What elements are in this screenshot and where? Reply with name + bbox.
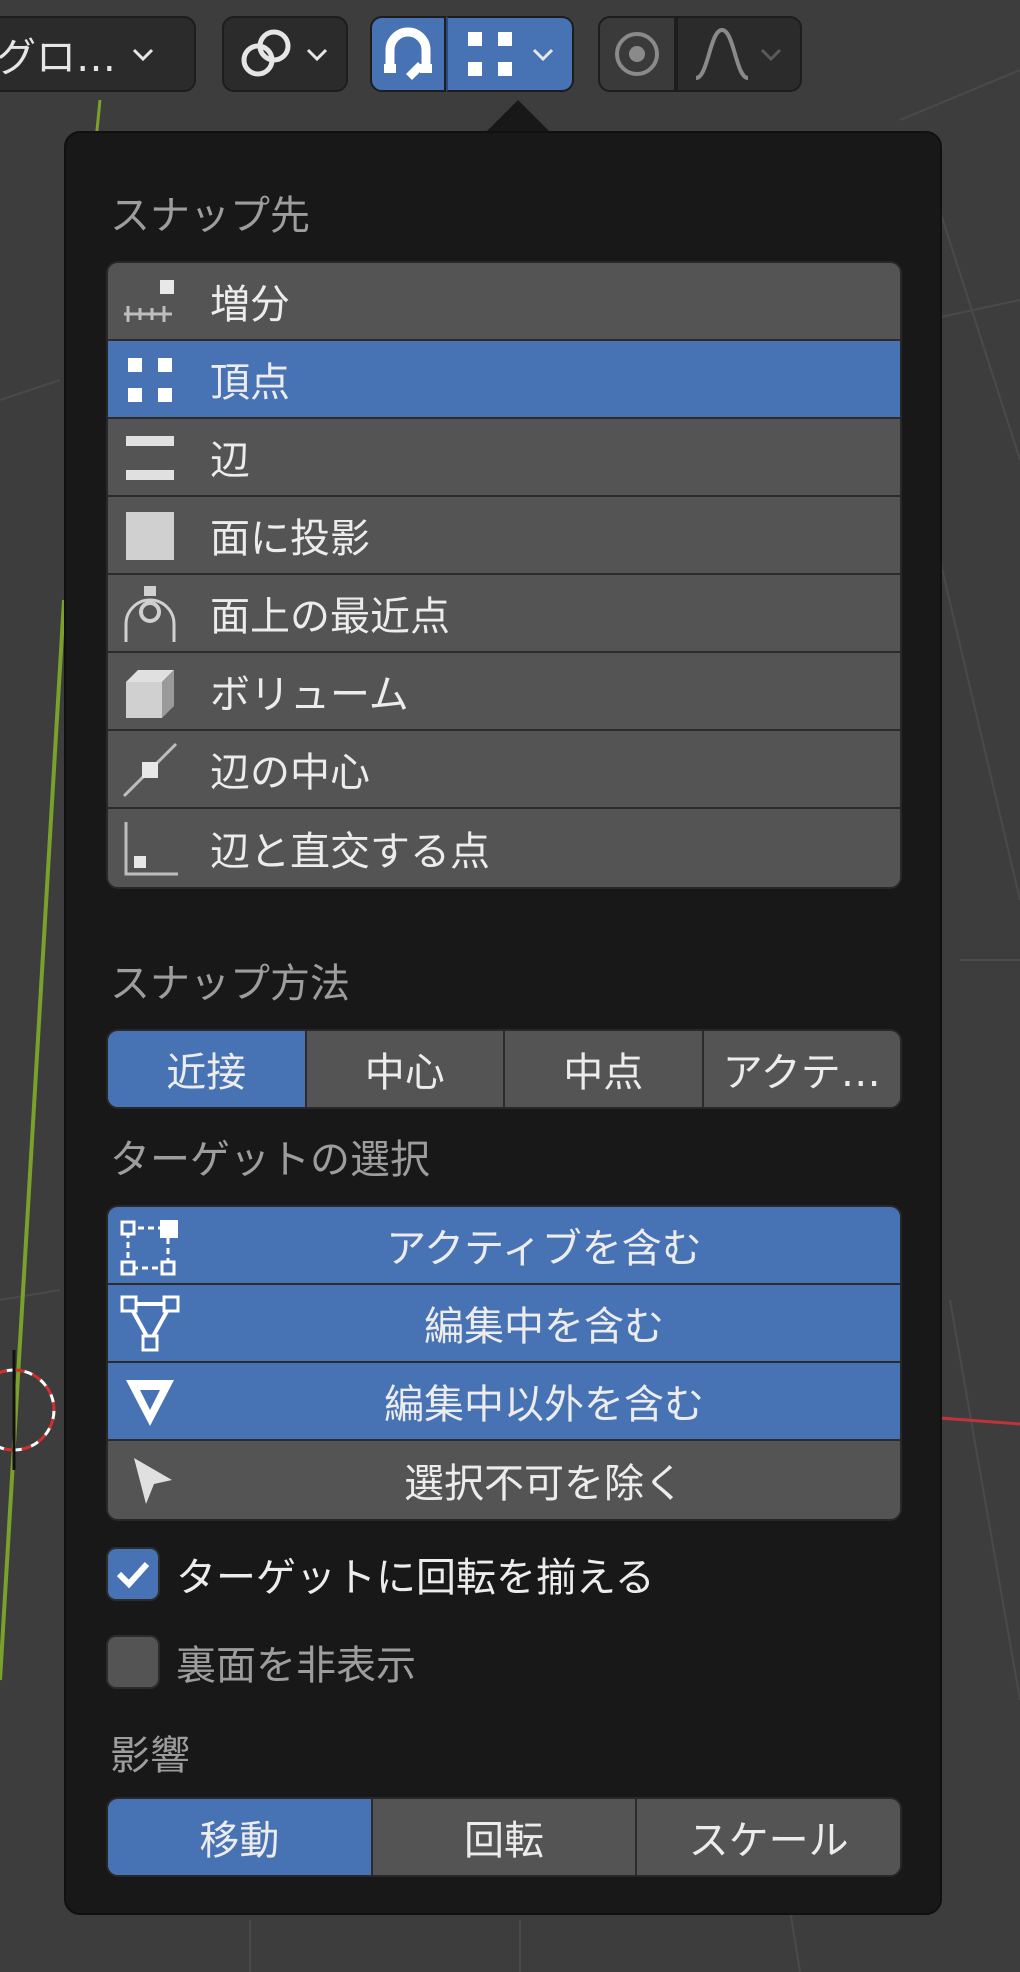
pivot-point-dropdown[interactable] <box>222 16 348 92</box>
falloff-curve-icon <box>695 27 749 80</box>
backface-culling-label: 裏面を非表示 <box>176 1643 416 1689</box>
snap-to-title: スナップ先 <box>110 193 310 239</box>
snap-to-item-face-project[interactable]: 面に投影 <box>108 497 900 575</box>
snap-to-label: 頂点 <box>210 360 290 406</box>
chevron-down-icon <box>760 48 782 62</box>
snap-to-item-edge[interactable]: 辺 <box>108 419 900 497</box>
checkmark-icon <box>116 1561 150 1589</box>
affect-scale-button[interactable]: スケール <box>637 1799 900 1875</box>
chevron-down-icon <box>306 48 328 62</box>
target-include-active[interactable]: アクティブを含む <box>108 1207 900 1285</box>
snap-to-item-edge-perpendicular[interactable]: 辺と直交する点 <box>108 809 900 887</box>
increment-icon <box>124 280 174 322</box>
snap-to-label: 面に投影 <box>210 516 370 562</box>
snap-to-label: ボリューム <box>210 672 409 718</box>
snap-to-item-increment[interactable]: 増分 <box>108 263 900 341</box>
snap-to-item-face-nearest[interactable]: 面上の最近点 <box>108 575 900 653</box>
snap-to-label: 辺と直交する点 <box>210 829 490 875</box>
transform-orientation-dropdown[interactable]: グロ… <box>0 16 196 92</box>
snap-to-label: 面上の最近点 <box>210 594 450 640</box>
x-axis-line <box>939 1416 1020 1426</box>
volume-icon <box>126 670 174 718</box>
popover-pointer <box>486 100 550 132</box>
snap-to-item-edge-midpoint[interactable]: 辺の中心 <box>108 731 900 809</box>
snap-method-closest-button[interactable]: 近接 <box>108 1031 307 1107</box>
circle-dot-icon <box>615 32 659 76</box>
target-label: アクティブを含む <box>386 1226 702 1272</box>
snap-method-median-button[interactable]: 中点 <box>505 1031 704 1107</box>
link-rings-icon <box>241 29 291 77</box>
affect-title: 影響 <box>110 1733 190 1779</box>
snap-method-active-button[interactable]: アクテ… <box>703 1031 900 1107</box>
backface-culling-checkbox[interactable]: 裏面を非表示 <box>106 1633 416 1691</box>
target-selection-title: ターゲットの選択 <box>110 1137 430 1183</box>
snap-to-item-volume[interactable]: ボリューム <box>108 653 900 731</box>
chevron-down-icon <box>532 48 554 62</box>
snap-to-label: 増分 <box>210 282 290 328</box>
face-project-icon <box>126 512 174 560</box>
target-label: 編集中以外を含む <box>384 1382 704 1428</box>
target-label: 選択不可を除く <box>404 1461 684 1507</box>
vertex-icon <box>128 358 172 402</box>
magnet-icon <box>384 27 432 80</box>
vertex-grid-icon <box>468 32 512 76</box>
non-edit-triangle-icon <box>126 1380 174 1426</box>
snap-method-title: スナップ方法 <box>110 961 350 1007</box>
edit-mesh-icon <box>120 1295 180 1352</box>
3d-cursor <box>0 1350 56 1470</box>
edge-icon <box>126 436 174 480</box>
affect-rotate-button[interactable]: 回転 <box>372 1799 638 1875</box>
proportional-editing-toggle[interactable] <box>598 16 676 92</box>
target-include-edited[interactable]: 編集中を含む <box>108 1285 900 1363</box>
snap-to-list: 増分 頂点 辺 面に投影 面上の最近点 ボリューム 辺の中心 辺と直交する点 <box>106 261 902 889</box>
checkbox-box[interactable] <box>106 1635 160 1689</box>
target-exclude-non-selectable[interactable]: 選択不可を除く <box>108 1441 900 1519</box>
checkbox-box[interactable] <box>106 1547 160 1601</box>
snap-to-label: 辺 <box>210 438 250 484</box>
falloff-dropdown[interactable] <box>676 16 802 92</box>
target-include-non-edited[interactable]: 編集中以外を含む <box>108 1363 900 1441</box>
snap-method-center-button[interactable]: 中心 <box>306 1031 505 1107</box>
viewport-header: グロ… <box>0 0 1020 106</box>
snap-toggle-button[interactable] <box>370 16 446 92</box>
snap-target-dropdown[interactable] <box>446 16 574 92</box>
affect-selector: 移動 回転 スケール <box>106 1797 902 1877</box>
active-select-icon <box>120 1220 178 1276</box>
chevron-down-icon <box>132 48 154 62</box>
align-rotation-checkbox[interactable]: ターゲットに回転を揃える <box>106 1545 655 1603</box>
snap-to-item-vertex[interactable]: 頂点 <box>108 341 900 419</box>
snap-method-selector: 近接 中心 中点 アクテ… <box>106 1029 902 1109</box>
face-nearest-icon <box>124 586 176 642</box>
edge-midpoint-icon <box>122 742 178 798</box>
cursor-arrow-icon <box>134 1458 172 1504</box>
affect-move-button[interactable]: 移動 <box>108 1799 373 1875</box>
orientation-label: グロ… <box>0 35 116 81</box>
snap-settings-popover: スナップ先 増分 頂点 辺 面に投影 面上の最近点 ボリューム 辺の中心 辺と直… <box>64 131 942 1915</box>
target-selection-list: アクティブを含む 編集中を含む 編集中以外を含む 選択不可を除く <box>106 1205 902 1521</box>
y-axis-line <box>0 599 66 1681</box>
edge-perpendicular-icon <box>124 822 178 876</box>
align-rotation-label: ターゲットに回転を揃える <box>176 1555 655 1601</box>
snap-to-label: 辺の中心 <box>210 750 370 796</box>
target-label: 編集中を含む <box>424 1304 664 1350</box>
